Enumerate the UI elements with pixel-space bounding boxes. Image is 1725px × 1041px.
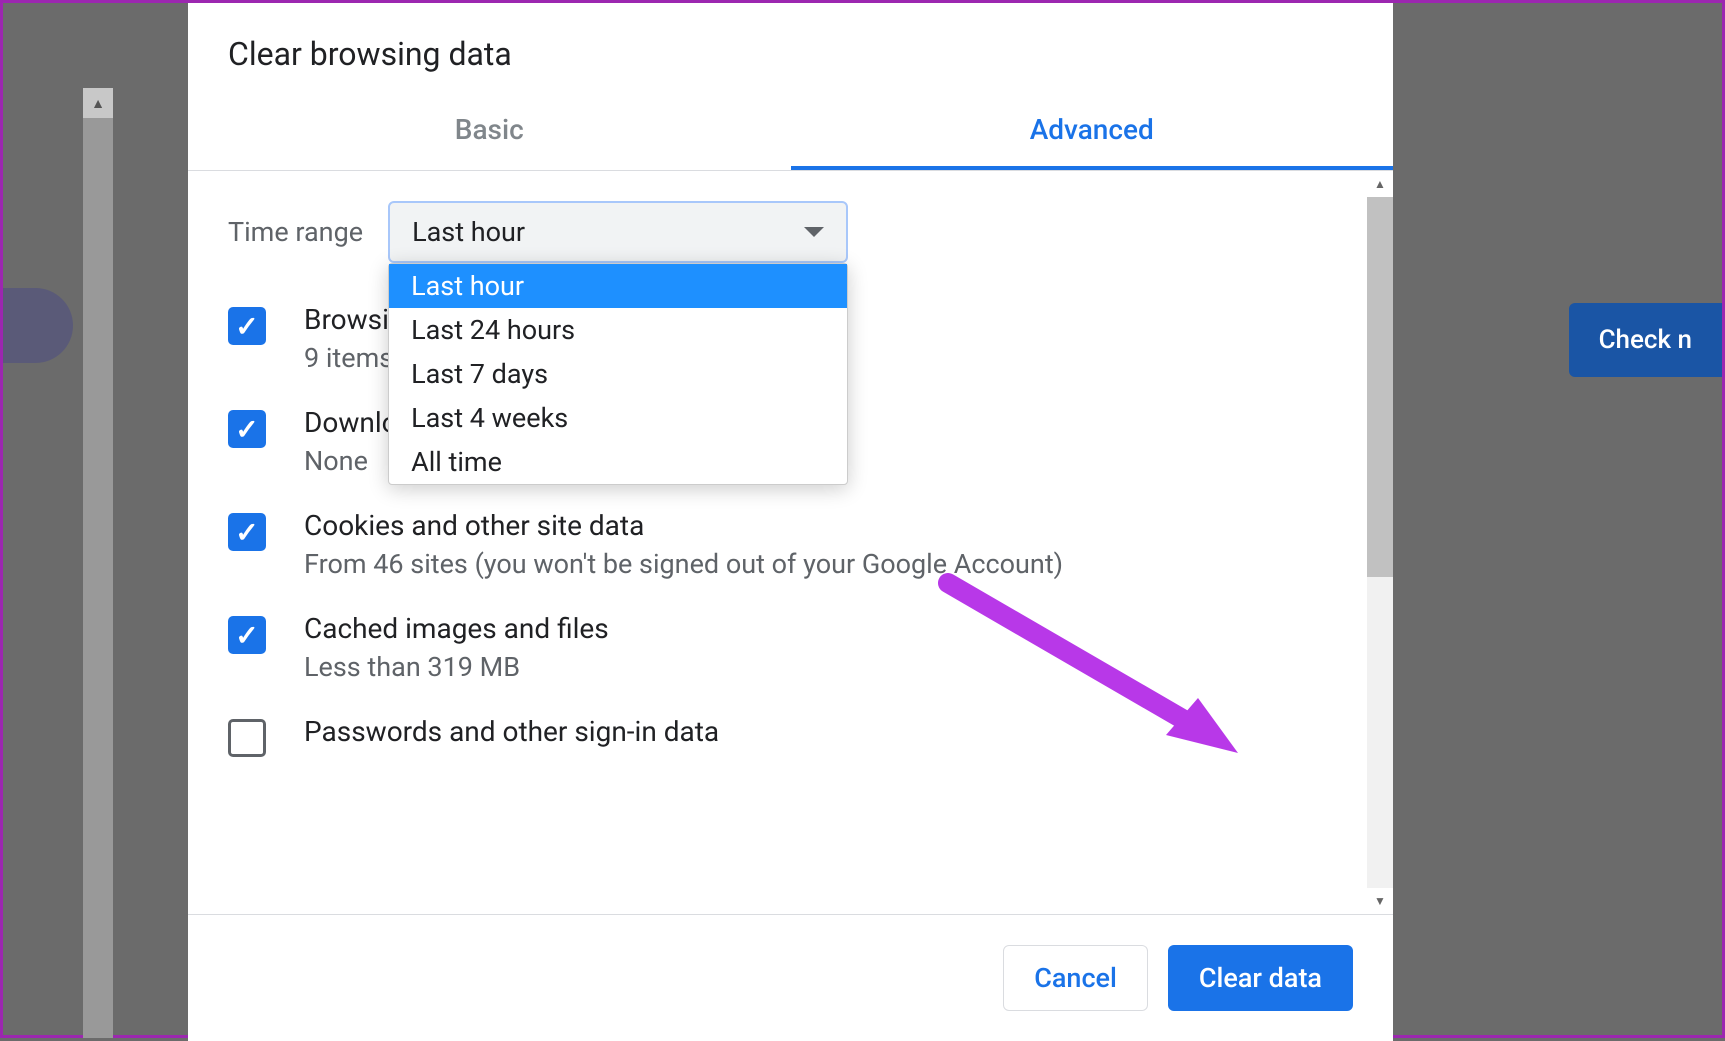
checkbox-passwords[interactable] bbox=[228, 719, 266, 757]
scrollbar-down-icon[interactable]: ▼ bbox=[1367, 888, 1393, 914]
scrollbar-up-icon[interactable]: ▲ bbox=[1367, 171, 1393, 197]
desc-cookies: From 46 sites (you won't be signed out o… bbox=[304, 548, 1063, 580]
checkmark-icon: ✓ bbox=[235, 413, 258, 446]
clear-browsing-data-dialog: Clear browsing data Basic Advanced Time … bbox=[188, 3, 1393, 1041]
cancel-button[interactable]: Cancel bbox=[1003, 945, 1148, 1011]
row-cookies: ✓ Cookies and other site data From 46 si… bbox=[228, 509, 1353, 580]
row-passwords: Passwords and other sign-in data bbox=[228, 715, 1353, 757]
tabs: Basic Advanced bbox=[188, 93, 1393, 171]
checkbox-cached[interactable]: ✓ bbox=[228, 616, 266, 654]
row-cached: ✓ Cached images and files Less than 319 … bbox=[228, 612, 1353, 683]
tab-basic[interactable]: Basic bbox=[188, 93, 791, 170]
clear-data-button[interactable]: Clear data bbox=[1168, 945, 1353, 1011]
time-range-row: Time range Last hour Last hour Last 24 h… bbox=[228, 201, 1353, 263]
checkmark-icon: ✓ bbox=[235, 619, 258, 652]
content-scrollbar[interactable]: ▲ ▼ bbox=[1367, 171, 1393, 914]
page-scrollbar-track[interactable] bbox=[83, 88, 113, 1038]
time-range-dropdown[interactable]: Last hour Last hour Last 24 hours Last 7… bbox=[388, 201, 848, 263]
dropdown-menu: Last hour Last 24 hours Last 7 days Last… bbox=[388, 263, 848, 485]
label-cookies: Cookies and other site data bbox=[304, 509, 1063, 542]
check-now-button[interactable]: Check n bbox=[1569, 303, 1722, 377]
checkmark-icon: ✓ bbox=[235, 516, 258, 549]
dropdown-option-last-7-days[interactable]: Last 7 days bbox=[389, 352, 847, 396]
dialog-footer: Cancel Clear data bbox=[188, 914, 1393, 1041]
scrollbar-thumb[interactable] bbox=[1367, 197, 1393, 577]
label-cached: Cached images and files bbox=[304, 612, 609, 645]
checkbox-download-history[interactable]: ✓ bbox=[228, 410, 266, 448]
time-range-label: Time range bbox=[228, 216, 363, 248]
checkbox-cookies[interactable]: ✓ bbox=[228, 513, 266, 551]
tab-advanced[interactable]: Advanced bbox=[791, 93, 1394, 170]
chevron-down-icon bbox=[804, 227, 824, 237]
dropdown-option-all-time[interactable]: All time bbox=[389, 440, 847, 484]
checkmark-icon: ✓ bbox=[235, 310, 258, 343]
dropdown-option-last-4-weeks[interactable]: Last 4 weeks bbox=[389, 396, 847, 440]
sidebar-active-pill bbox=[3, 288, 73, 363]
checkbox-browsing-history[interactable]: ✓ bbox=[228, 307, 266, 345]
dialog-content: Time range Last hour Last hour Last 24 h… bbox=[188, 171, 1393, 914]
desc-cached: Less than 319 MB bbox=[304, 651, 609, 683]
label-passwords: Passwords and other sign-in data bbox=[304, 715, 719, 748]
dropdown-selected[interactable]: Last hour bbox=[388, 201, 848, 263]
dropdown-option-last-24-hours[interactable]: Last 24 hours bbox=[389, 308, 847, 352]
dialog-title: Clear browsing data bbox=[188, 3, 1393, 93]
dropdown-selected-text: Last hour bbox=[412, 216, 525, 248]
dropdown-option-last-hour[interactable]: Last hour bbox=[389, 264, 847, 308]
page-scrollbar-up-icon[interactable]: ▲ bbox=[83, 88, 113, 118]
